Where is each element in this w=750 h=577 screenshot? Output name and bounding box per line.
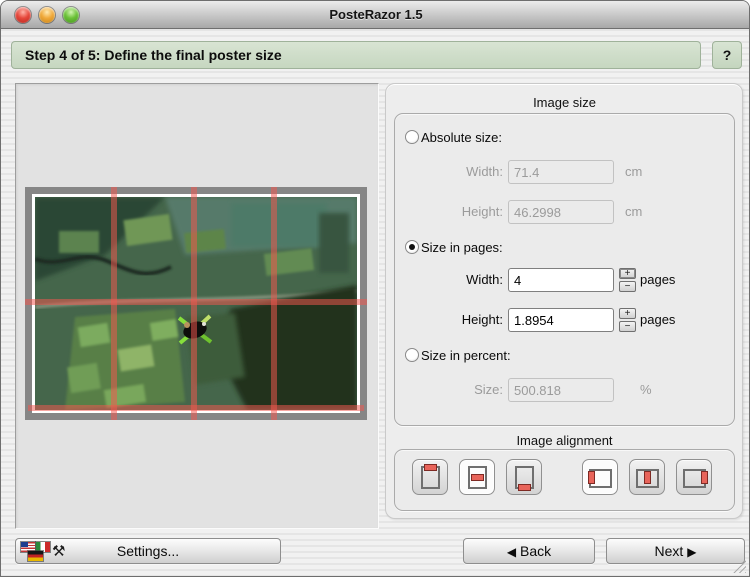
image-size-title: Image size bbox=[394, 95, 735, 110]
pages-height-spinner: + − bbox=[619, 308, 636, 332]
radio-icon[interactable] bbox=[405, 130, 419, 144]
absolute-size-label: Absolute size: bbox=[421, 130, 502, 145]
pages-width-label: Width: bbox=[405, 268, 503, 292]
align-top-button[interactable] bbox=[412, 459, 448, 495]
absolute-width-input[interactable] bbox=[508, 160, 614, 184]
radio-icon[interactable] bbox=[405, 348, 419, 362]
size-in-percent-label: Size in percent: bbox=[421, 348, 511, 363]
app-window: PosteRazor 1.5 Step 4 of 5: Define the f… bbox=[0, 0, 750, 577]
align-left-button[interactable] bbox=[582, 459, 618, 495]
percent-size-unit: % bbox=[640, 378, 652, 402]
window-title: PosteRazor 1.5 bbox=[1, 1, 750, 29]
back-button[interactable]: ◀ Back bbox=[463, 538, 595, 564]
settings-label: Settings... bbox=[117, 543, 179, 559]
next-label: Next bbox=[655, 543, 684, 559]
pages-height-label: Height: bbox=[405, 308, 503, 332]
align-bottom-button[interactable] bbox=[506, 459, 542, 495]
image-size-group: Absolute size: Width: cm Height: cm Size… bbox=[394, 113, 735, 426]
pages-height-unit: pages bbox=[640, 308, 675, 332]
germany-flag-icon bbox=[28, 551, 43, 561]
size-in-pages-label: Size in pages: bbox=[421, 240, 503, 255]
next-button[interactable]: Next ▶ bbox=[606, 538, 745, 564]
pages-width-spinner: + − bbox=[619, 268, 636, 292]
image-alignment-title: Image alignment bbox=[394, 433, 735, 448]
step-header: Step 4 of 5: Define the final poster siz… bbox=[11, 41, 701, 69]
increment-button[interactable]: + bbox=[619, 308, 636, 319]
tools-icon: ⚒ bbox=[52, 540, 65, 564]
absolute-width-label: Width: bbox=[405, 160, 503, 184]
decrement-button[interactable]: − bbox=[619, 321, 636, 332]
align-hcenter-button[interactable] bbox=[629, 459, 665, 495]
back-label: Back bbox=[520, 543, 551, 559]
align-right-button[interactable] bbox=[676, 459, 712, 495]
percent-size-label: Size: bbox=[405, 378, 503, 402]
pages-height-input[interactable] bbox=[508, 308, 614, 332]
size-in-percent-radio[interactable]: Size in percent: bbox=[405, 347, 511, 363]
size-in-pages-radio[interactable]: Size in pages: bbox=[405, 239, 503, 255]
page-break-horizontal-1 bbox=[25, 299, 367, 305]
align-vcenter-button[interactable] bbox=[459, 459, 495, 495]
increment-button[interactable]: + bbox=[619, 268, 636, 279]
absolute-height-label: Height: bbox=[405, 200, 503, 224]
poster-preview bbox=[25, 187, 367, 420]
titlebar[interactable]: PosteRazor 1.5 bbox=[1, 1, 750, 29]
page-break-horizontal-2 bbox=[28, 405, 364, 411]
absolute-height-input[interactable] bbox=[508, 200, 614, 224]
pages-width-unit: pages bbox=[640, 268, 675, 292]
controls-panel: Image size Absolute size: Width: cm Heig… bbox=[385, 83, 743, 519]
radio-checked-icon[interactable] bbox=[405, 240, 419, 254]
absolute-height-unit: cm bbox=[625, 200, 642, 224]
decrement-button[interactable]: − bbox=[619, 281, 636, 292]
percent-size-input[interactable] bbox=[508, 378, 614, 402]
help-button[interactable]: ? bbox=[712, 41, 742, 69]
absolute-width-unit: cm bbox=[625, 160, 642, 184]
back-arrow-icon: ◀ bbox=[507, 545, 516, 559]
settings-button[interactable]: ⚒ Settings... bbox=[15, 538, 281, 564]
next-arrow-icon: ▶ bbox=[687, 545, 696, 559]
image-alignment-group bbox=[394, 449, 735, 511]
poster-preview-panel bbox=[15, 83, 379, 529]
absolute-size-radio[interactable]: Absolute size: bbox=[405, 129, 502, 145]
pages-width-input[interactable] bbox=[508, 268, 614, 292]
